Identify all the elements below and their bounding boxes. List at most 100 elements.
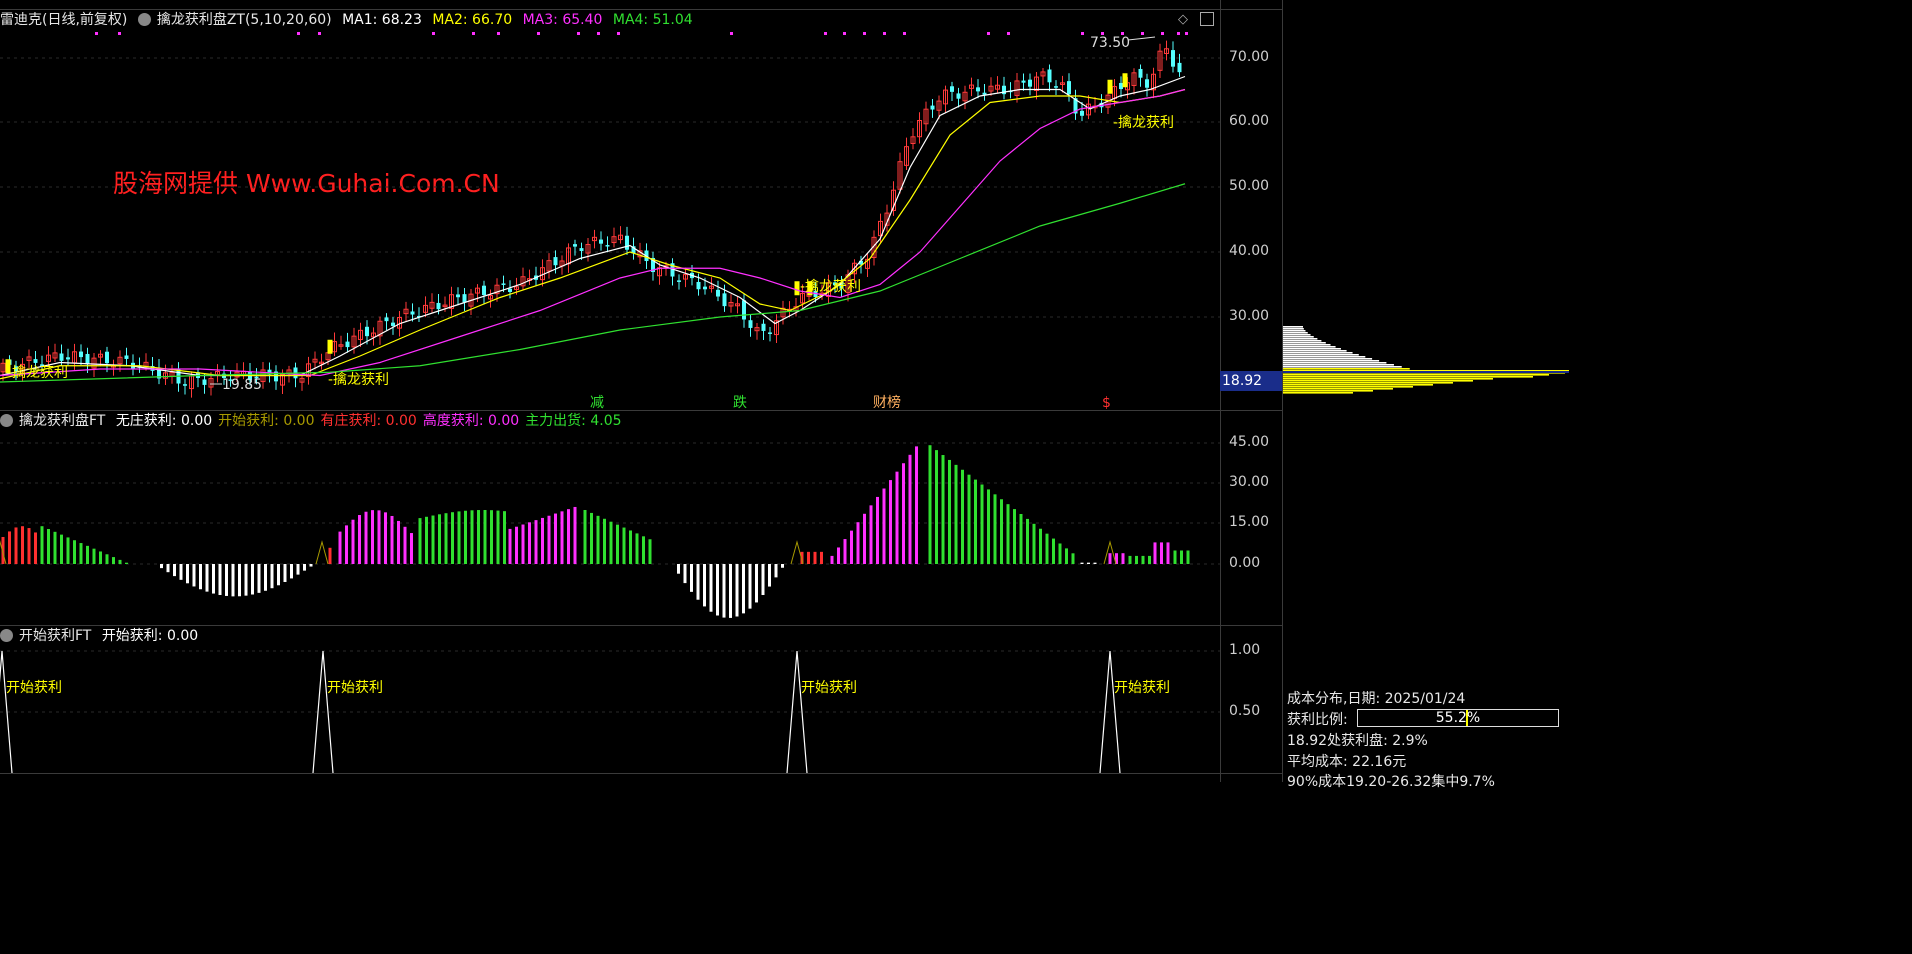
histogram-bar [774, 564, 778, 578]
histogram-bar [889, 480, 892, 564]
histogram-bar [941, 455, 945, 564]
marker-dot [730, 32, 733, 35]
histogram-bar [277, 564, 280, 586]
pane3-signal-label-0: 开始获利 [6, 680, 62, 696]
cost-dist-bar [1283, 368, 1410, 370]
histogram-bar [902, 463, 905, 564]
histogram-bar [1135, 555, 1138, 564]
histogram-bar [967, 474, 971, 564]
histogram-bar [560, 511, 564, 564]
histogram-bar [703, 564, 706, 607]
candle-down [124, 355, 129, 359]
candle-down [716, 289, 720, 297]
histogram-bar [635, 533, 639, 564]
cost-dist-bar [1283, 344, 1331, 346]
histogram-bar [616, 524, 619, 564]
cost-dist-bar [1283, 336, 1314, 338]
histogram-bar [1186, 550, 1190, 564]
histogram-bar [270, 564, 274, 589]
candle-down [976, 87, 980, 92]
histogram-bar [92, 548, 96, 564]
histogram-bar [457, 511, 461, 564]
candle-down [33, 359, 38, 363]
histogram-bar [1080, 562, 1084, 564]
candle-down [625, 235, 629, 250]
pane3-signal-label-2: 开始获利 [801, 680, 857, 696]
cost-dist-bar [1283, 326, 1303, 328]
candle-down [183, 384, 187, 386]
cost-dist-bar [1283, 340, 1322, 342]
candle-down [1177, 62, 1182, 73]
candle-down [553, 257, 558, 266]
candle-down [722, 293, 727, 307]
histogram-bar [283, 564, 287, 583]
histogram-bar [987, 489, 990, 564]
histogram-bar [869, 505, 873, 564]
cost-dist-bar [1283, 328, 1304, 330]
candle-down [1028, 79, 1032, 87]
candle-down [1145, 79, 1149, 88]
histogram-bar [403, 526, 407, 564]
candle-down [1138, 68, 1143, 78]
histogram-bar [238, 564, 241, 597]
marker-dot [903, 32, 906, 35]
histogram-bar [397, 520, 400, 564]
histogram-bar [830, 555, 834, 564]
histogram-bar [358, 515, 361, 564]
histogram-bar [761, 564, 765, 596]
histogram-bar [410, 533, 413, 564]
histogram-bar [309, 564, 313, 567]
cost-dist-bar [1283, 390, 1373, 392]
histogram-bar [112, 557, 115, 564]
cost-dist-bar [1283, 380, 1473, 382]
histogram-bar [622, 527, 626, 564]
histogram-bar [1108, 553, 1112, 564]
histogram-bar [980, 484, 984, 564]
price-axis: 70.00 60.00 50.00 40.00 30.00 45.00 30.00 15.00… [1220, 0, 1283, 782]
histogram-bar [53, 531, 57, 564]
diamond-icon[interactable]: ◇ [1178, 12, 1188, 27]
candle-down [605, 245, 610, 247]
histogram-bar [1026, 518, 1029, 564]
histogram-bar [431, 515, 435, 564]
histogram-bar [716, 564, 719, 616]
signal-candle [1122, 73, 1128, 88]
profit-ratio-value: 55.2% [1435, 710, 1481, 726]
signal-label-3: -擒龙获利 [1113, 114, 1174, 131]
histogram-bar [882, 488, 886, 564]
histogram-bar [961, 469, 964, 564]
histogram-bar [521, 524, 525, 564]
candle-down [501, 283, 506, 285]
histogram-bar [1000, 499, 1003, 564]
histogram-bar [328, 547, 332, 564]
candle-down [677, 280, 681, 282]
histogram-bar [1071, 553, 1075, 564]
chart-area[interactable]: 雷迪克(日线,前复权) 擒龙获利盘ZT(5,10,20,60) MA1: 68.… [0, 0, 1282, 782]
candle-down [761, 323, 766, 331]
histogram-bar [1058, 543, 1062, 564]
cost-dist-bar [1283, 362, 1387, 364]
marker-dot [95, 32, 98, 35]
histogram-bar [503, 511, 506, 564]
histogram-bar [554, 513, 557, 564]
cost-dist-bar [1283, 348, 1341, 350]
pane3-signal-label-1: 开始获利 [327, 680, 383, 696]
chart-svg[interactable]: 73.50 19.85 -擒龙获利 -擒龙获利 -擒龙获利 -擒龙获利减 跌 财榜 $ 开始获利 开… [0, 0, 1220, 782]
histogram-bar [856, 522, 860, 564]
histogram-bar [863, 513, 866, 564]
candle-down [202, 379, 207, 385]
histogram-bar [642, 536, 645, 564]
candle-down [105, 351, 109, 364]
marker-dot [577, 32, 580, 35]
marker-dot [987, 32, 990, 35]
candle-down [456, 294, 460, 298]
event-marker-0: 减 [590, 395, 604, 411]
histogram-bar [244, 564, 248, 596]
price-tick-4: 30.00 [1229, 308, 1270, 324]
avg-cost: 平均成本: 22.16元 [1287, 754, 1407, 770]
cost-dist-bar [1283, 376, 1533, 378]
panel-toggle-icon[interactable] [1200, 12, 1214, 26]
histogram-bar [496, 510, 500, 564]
cost-dist-bar [1283, 378, 1493, 380]
cost-dist-bar [1283, 334, 1311, 336]
